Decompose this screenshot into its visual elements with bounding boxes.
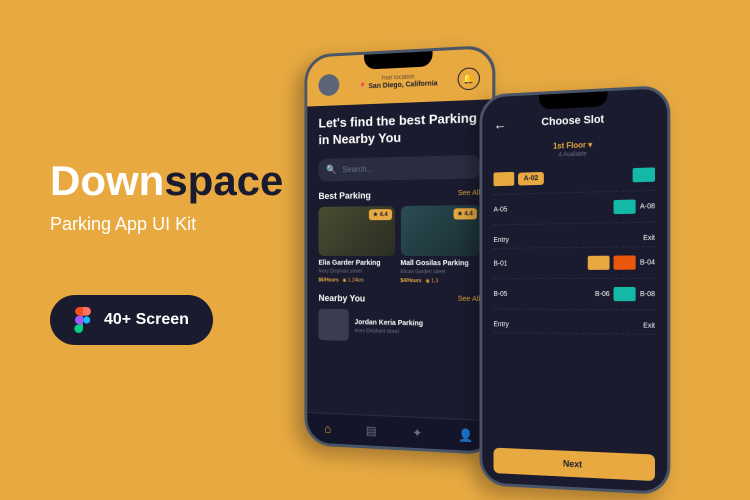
- slot[interactable]: A-05: [493, 206, 507, 213]
- phone-home: Your location 📍 San Diego, California 🔔 …: [304, 45, 495, 455]
- subtitle: Parking App UI Kit: [50, 214, 283, 235]
- best-parking-title: Best Parking: [318, 190, 370, 201]
- car-icon: [493, 172, 514, 186]
- see-all-link[interactable]: See All: [458, 296, 480, 303]
- card-title: Elia Garder Parking: [318, 260, 394, 267]
- nav-ticket-icon[interactable]: ▤: [366, 424, 377, 438]
- page-title: Choose Slot: [541, 114, 604, 129]
- exit-label: Exit: [643, 235, 655, 242]
- slot[interactable]: B-01: [493, 260, 507, 267]
- distance: ◉ 1.24km: [342, 277, 363, 283]
- parking-card[interactable]: ★ 4.4 Mall Gosilas Parking Elican Garden…: [400, 205, 480, 285]
- exit-label: Exit: [643, 323, 655, 330]
- nearby-title: Nearby You: [318, 293, 365, 303]
- next-button[interactable]: Next: [493, 448, 654, 481]
- car-icon: [614, 255, 636, 269]
- slot-label: B-04: [640, 259, 655, 266]
- car-icon: [588, 256, 610, 270]
- figma-icon: [74, 307, 92, 333]
- search-icon: 🔍: [326, 164, 337, 175]
- distance: ◉ 1.3: [425, 278, 438, 284]
- phone-slots: ← Choose Slot 1st Floor ▾ 4 Available A-…: [479, 85, 670, 495]
- price: $6/Hours: [318, 277, 338, 283]
- brand-word-1: Down: [50, 157, 164, 204]
- badge-text: 40+ Screen: [104, 311, 189, 329]
- rating-badge: ★ 4.4: [453, 208, 477, 219]
- nav-profile-icon[interactable]: 👤: [458, 428, 473, 443]
- hero-text: Let's find the best Parking in Nearby Yo…: [318, 110, 479, 149]
- price: $4/Hours: [400, 278, 421, 284]
- brand-title: Downspace: [50, 160, 283, 202]
- slot-label: A-02: [518, 171, 544, 185]
- car-icon: [614, 287, 636, 301]
- search-input[interactable]: 🔍 Search...: [318, 155, 479, 182]
- nav-explore-icon[interactable]: ✦: [412, 426, 422, 441]
- entry-label: Entry: [493, 321, 508, 328]
- nav-home-icon[interactable]: ⌂: [324, 422, 331, 436]
- brand-word-2: space: [164, 157, 283, 204]
- nearby-item-title: Jordan Keria Parking: [354, 319, 423, 327]
- car-icon: [614, 200, 636, 215]
- slot-label: A-05: [493, 206, 507, 213]
- slot-label: B-01: [493, 260, 507, 267]
- see-all-link[interactable]: See All: [458, 190, 480, 197]
- slot-label: A-08: [640, 203, 655, 210]
- entry-label: Entry: [493, 237, 508, 244]
- slot[interactable]: B-04: [588, 255, 655, 270]
- slot-label: B-06: [595, 291, 610, 298]
- slot[interactable]: [633, 167, 655, 182]
- nearby-item-sub: Ivory Elephant street: [354, 328, 423, 335]
- parking-card[interactable]: ★ 4.4 Elia Garder Parking Ivory Elephant…: [318, 206, 394, 284]
- avatar[interactable]: [318, 74, 339, 97]
- slot[interactable]: A-02: [493, 171, 544, 186]
- rating-badge: ★ 4.4: [369, 209, 392, 220]
- card-subtitle: Ivory Elephant street: [318, 268, 394, 274]
- slot-label: B-08: [640, 291, 655, 298]
- card-subtitle: Elican Garden street: [400, 269, 480, 276]
- bottom-nav: ⌂ ▤ ✦ 👤: [307, 412, 492, 452]
- notifications-button[interactable]: 🔔: [458, 67, 480, 90]
- back-button[interactable]: ←: [493, 116, 506, 132]
- nearby-item[interactable]: Jordan Keria Parking Ivory Elephant stre…: [318, 309, 479, 344]
- search-placeholder: Search...: [342, 164, 373, 174]
- slot[interactable]: B-05: [493, 290, 507, 297]
- card-title: Mall Gosilas Parking: [400, 260, 480, 267]
- slot[interactable]: A-08: [614, 199, 655, 214]
- screen-count-badge: 40+ Screen: [50, 295, 213, 345]
- car-icon: [633, 167, 655, 182]
- slot[interactable]: B-06 B-08: [595, 287, 655, 301]
- slot-label: B-05: [493, 290, 507, 297]
- nearby-thumb: [318, 309, 348, 341]
- location-selector[interactable]: Your location 📍 San Diego, California: [339, 72, 457, 91]
